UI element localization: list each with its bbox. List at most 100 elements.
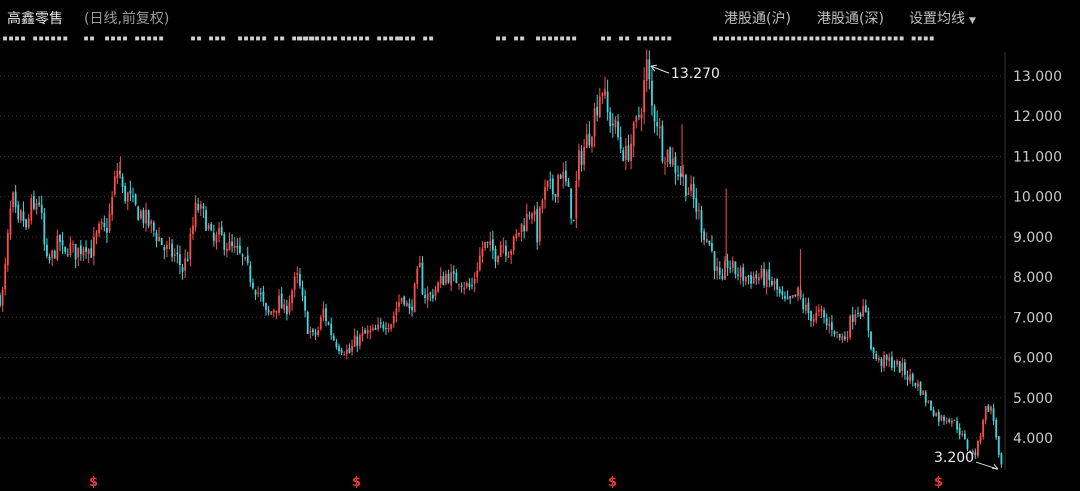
candle-body — [872, 347, 875, 354]
candle-body — [958, 427, 961, 435]
candle-body — [596, 106, 599, 116]
candle-body — [338, 346, 340, 352]
candle-body — [520, 223, 523, 232]
candle-body — [137, 206, 140, 221]
candle-body — [145, 209, 147, 224]
candle-body — [458, 284, 460, 286]
candlestick-chart[interactable]: 4.000 5.000 6.000 7.000 8.000 9.000 10.000 11.0… — [0, 0, 1080, 491]
candle-body — [491, 239, 494, 251]
candle-body — [760, 268, 763, 278]
candle-body — [888, 357, 891, 361]
candle-body — [857, 312, 859, 315]
candle-body — [1, 289, 4, 306]
candle-body — [171, 243, 174, 257]
candle-body — [314, 332, 317, 335]
candle-body — [66, 254, 69, 256]
candle-body — [210, 223, 213, 231]
candle-body — [635, 116, 638, 122]
candle-body — [231, 241, 233, 247]
candle-body — [447, 273, 450, 283]
candle-body — [661, 125, 664, 162]
dividend-event-marker[interactable]: $ — [352, 475, 361, 490]
candle-body — [233, 245, 236, 249]
candle-body — [85, 247, 87, 252]
candle-body — [366, 329, 369, 334]
candle-body — [450, 272, 453, 285]
candle-body — [434, 289, 437, 296]
candle-body — [173, 254, 176, 256]
candle-body — [807, 302, 810, 314]
candle-body — [851, 314, 854, 322]
candle-body — [898, 361, 901, 373]
candle-body — [684, 174, 687, 196]
candle-body — [262, 291, 265, 302]
candle-body — [817, 309, 820, 312]
candle-body — [765, 271, 768, 287]
y-tick-label: 9.000 — [1013, 230, 1053, 246]
y-tick-label: 4.000 — [1013, 431, 1053, 447]
candle-body — [622, 150, 625, 161]
y-tick-label: 13.000 — [1013, 69, 1062, 85]
candle-body — [199, 204, 202, 209]
candle-body — [797, 287, 799, 297]
candle-body — [121, 176, 124, 188]
candle-body — [194, 202, 197, 227]
candle-body — [974, 452, 977, 456]
candle-body — [192, 225, 194, 235]
candle-body — [111, 196, 114, 215]
candle-body — [108, 213, 111, 231]
candle-body — [643, 80, 646, 113]
dividend-event-marker[interactable]: $ — [89, 475, 98, 490]
candle-body — [186, 259, 189, 261]
candle-body — [737, 274, 739, 276]
candle-body — [79, 245, 82, 255]
candle-body — [718, 267, 721, 275]
candle-body — [755, 274, 758, 279]
y-tick-label: 7.000 — [1013, 310, 1053, 326]
candle-body — [184, 258, 187, 271]
candle-body — [979, 435, 982, 443]
candle-body — [789, 296, 792, 299]
candle-body — [875, 354, 878, 359]
candle-body — [103, 222, 106, 228]
candle-body — [982, 420, 985, 437]
candle-body — [87, 249, 90, 255]
candle-body — [956, 421, 958, 430]
candle-body — [27, 218, 30, 228]
candle-body — [588, 133, 591, 146]
candle-body — [332, 335, 335, 341]
dividend-event-marker[interactable]: $ — [934, 475, 943, 490]
candle-body — [786, 297, 789, 299]
candle-body — [538, 207, 541, 242]
candle-body — [40, 204, 43, 213]
y-tick-label: 10.000 — [1013, 190, 1062, 206]
candle-body — [335, 342, 338, 347]
candle-body — [202, 206, 205, 209]
candle-body — [804, 304, 807, 311]
candle-body — [369, 330, 372, 333]
candle-body — [510, 250, 513, 255]
candle-body — [257, 292, 260, 294]
candle-body — [984, 406, 987, 421]
candle-body — [241, 254, 244, 257]
candle-body — [864, 305, 867, 313]
candle-body — [90, 248, 93, 258]
candle-body — [293, 276, 296, 290]
candle-body — [385, 328, 387, 330]
candle-body — [319, 317, 322, 329]
candle-body — [919, 382, 922, 395]
candle-body — [747, 275, 750, 278]
candle-body — [351, 345, 353, 352]
candle-body — [439, 275, 442, 284]
candle-body — [494, 249, 497, 262]
candle-body — [580, 151, 583, 166]
candle-body — [304, 295, 307, 311]
candle-body — [309, 331, 312, 333]
candle-body — [499, 245, 502, 257]
candle-body — [124, 185, 127, 202]
candle-body — [838, 333, 841, 338]
candle-body — [997, 436, 1000, 455]
candle-body — [578, 150, 580, 181]
dividend-event-marker[interactable]: $ — [608, 475, 617, 490]
candle-body — [374, 327, 377, 330]
